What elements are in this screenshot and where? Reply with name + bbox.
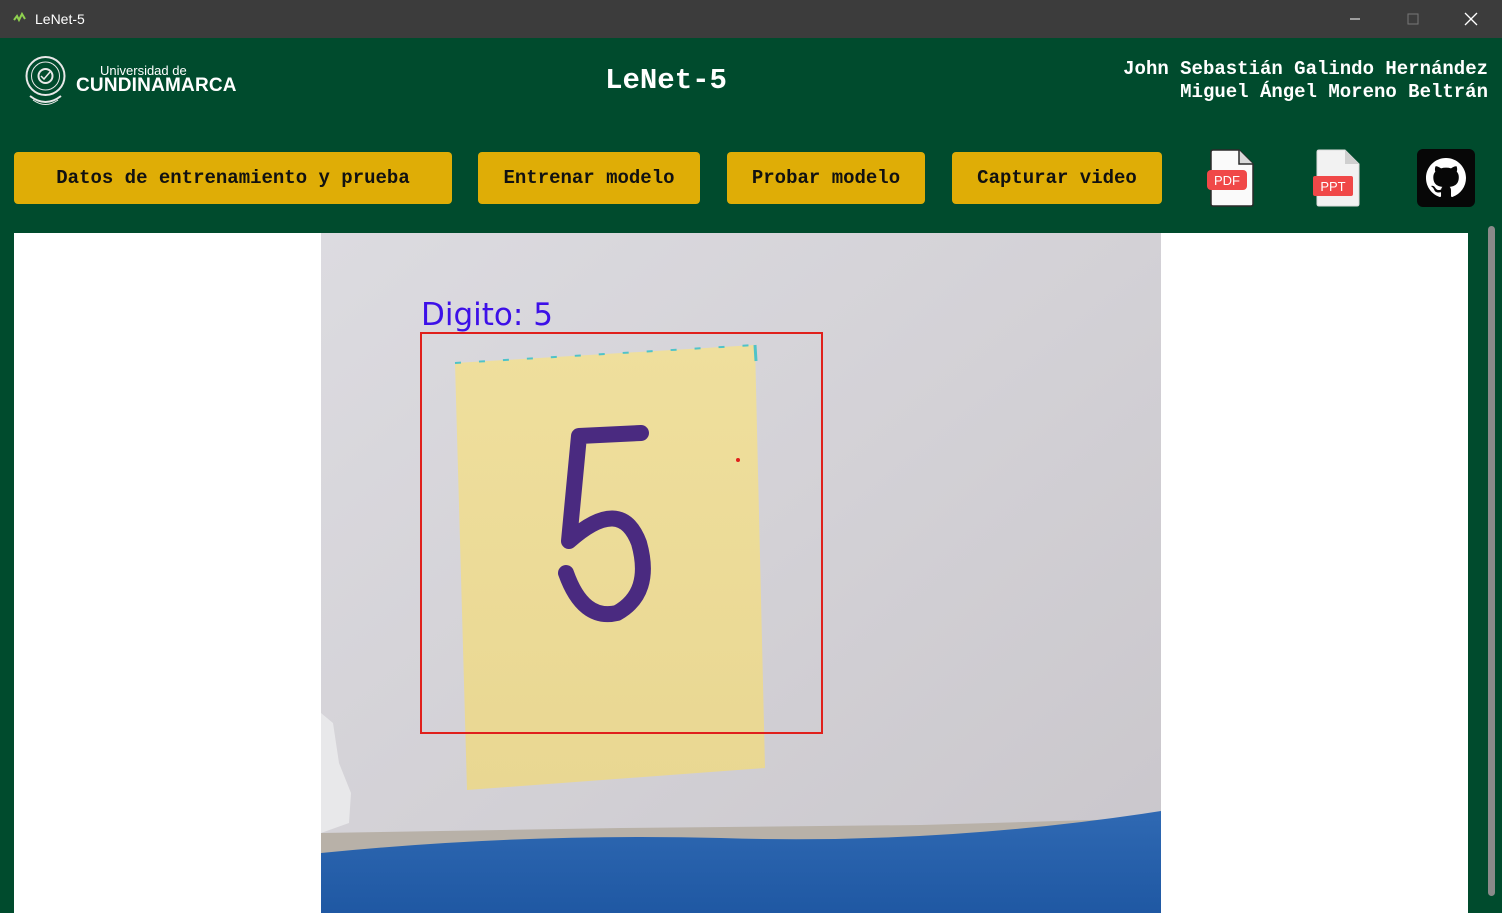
train-model-button[interactable]: Entrenar modelo bbox=[478, 152, 700, 204]
author-name: Miguel Ángel Moreno Beltrán bbox=[1180, 81, 1488, 103]
github-icon bbox=[1426, 158, 1466, 198]
maximize-icon bbox=[1407, 13, 1419, 25]
close-button[interactable] bbox=[1442, 0, 1500, 38]
minimize-button[interactable] bbox=[1326, 0, 1384, 38]
prediction-label: Digito: 5 bbox=[421, 297, 553, 333]
window-title: LeNet-5 bbox=[35, 11, 85, 27]
ppt-icon[interactable]: PPT bbox=[1313, 148, 1361, 208]
window-titlebar: LeNet-5 bbox=[0, 0, 1502, 38]
app-icon bbox=[13, 11, 26, 23]
ppt-label: PPT bbox=[1320, 179, 1345, 194]
maximize-button[interactable] bbox=[1384, 0, 1442, 38]
video-panel: Digito: 5 bbox=[14, 233, 1468, 913]
training-data-button[interactable]: Datos de entrenamiento y prueba bbox=[14, 152, 452, 204]
minimize-icon bbox=[1350, 18, 1360, 20]
authors: John Sebastián Galindo Hernández Miguel … bbox=[1123, 58, 1488, 104]
close-icon bbox=[1464, 12, 1478, 26]
scrollbar-thumb[interactable] bbox=[1488, 226, 1495, 896]
github-button[interactable] bbox=[1417, 149, 1475, 207]
test-model-button[interactable]: Probar modelo bbox=[727, 152, 925, 204]
app-header: Universidad de CUNDINAMARCA LeNet-5 John… bbox=[0, 38, 1502, 138]
camera-frame: Digito: 5 bbox=[321, 233, 1161, 913]
pdf-label: PDF bbox=[1214, 173, 1240, 188]
capture-video-button[interactable]: Capturar video bbox=[952, 152, 1162, 204]
pdf-icon[interactable]: PDF bbox=[1207, 148, 1255, 208]
author-name: John Sebastián Galindo Hernández bbox=[1123, 58, 1488, 80]
